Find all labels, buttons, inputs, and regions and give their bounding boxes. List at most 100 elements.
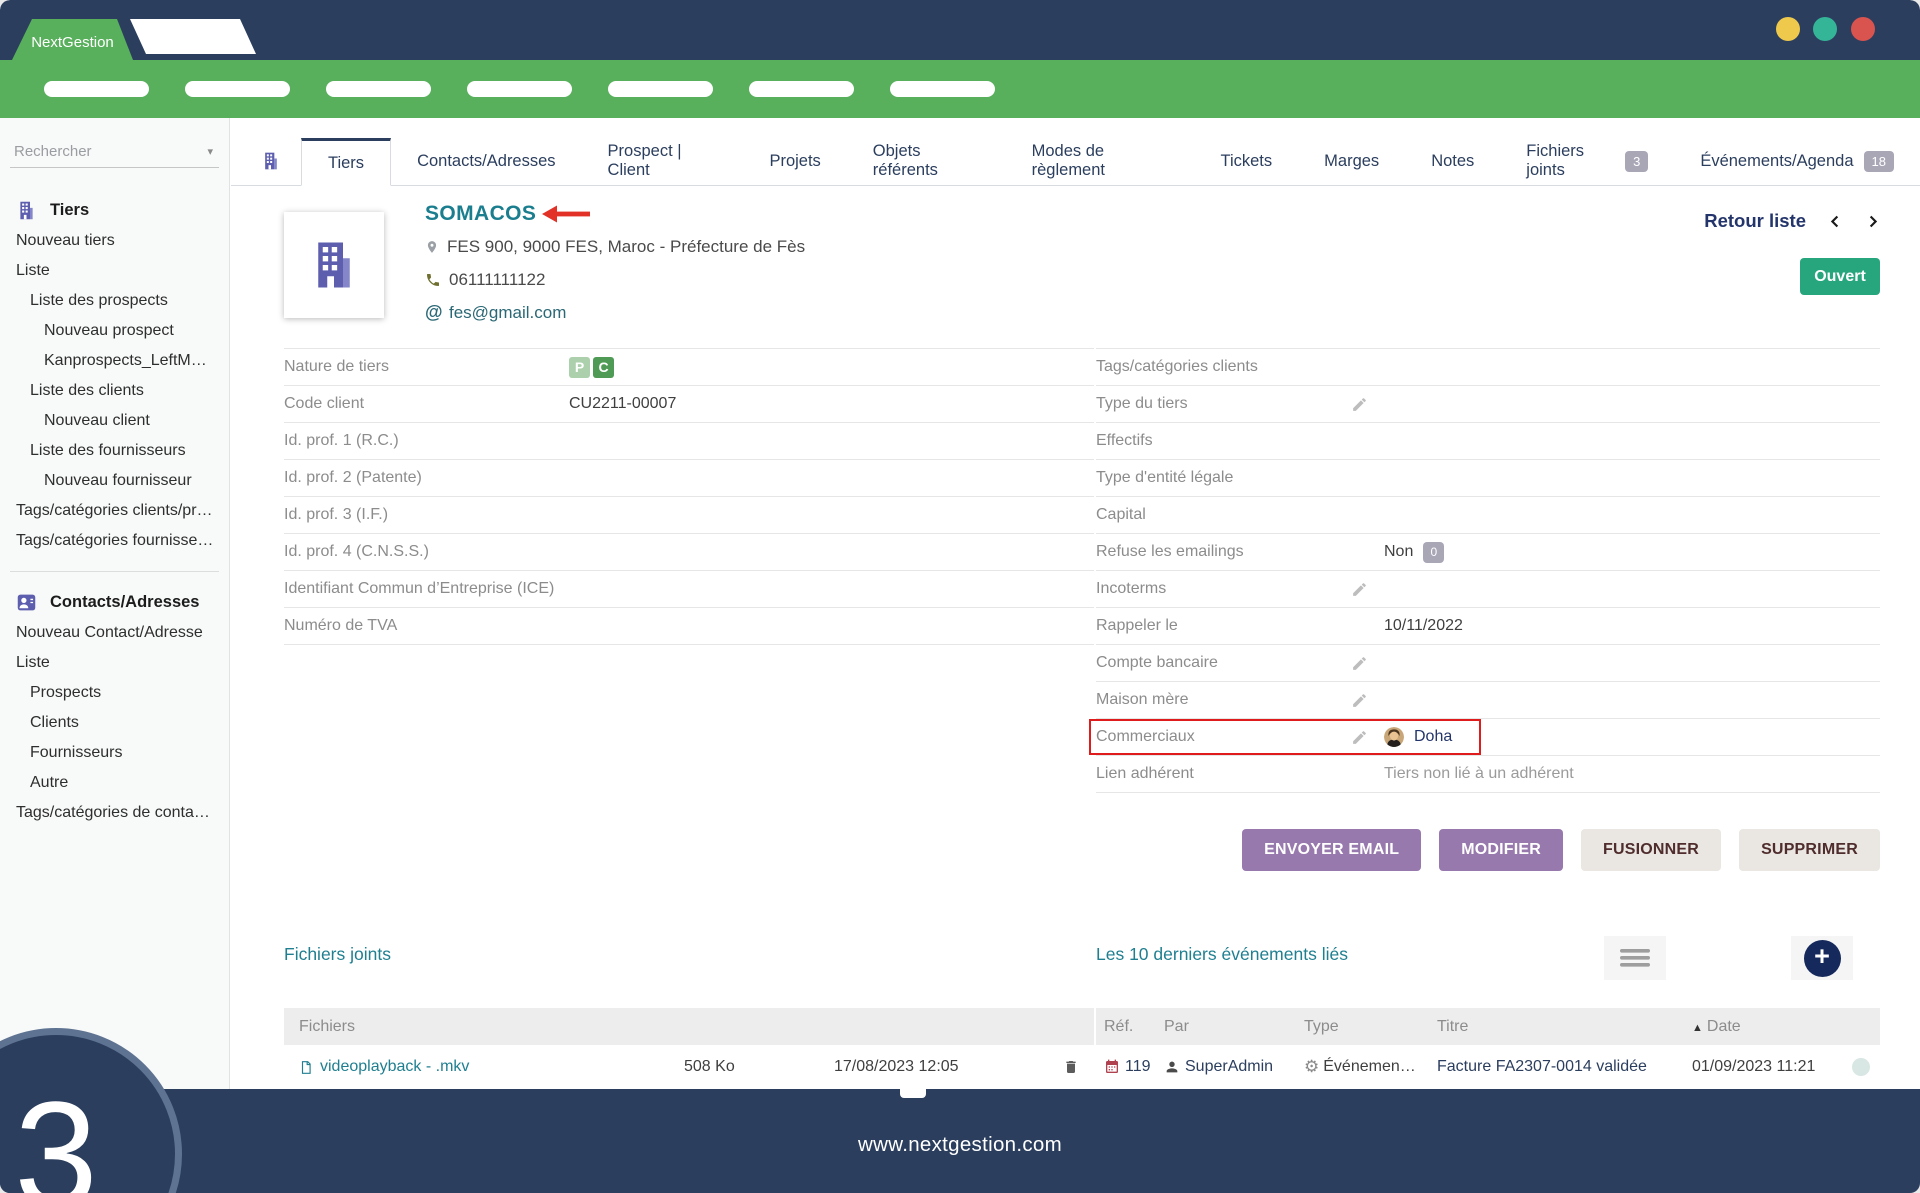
back-to-list-link[interactable]: Retour liste bbox=[1704, 210, 1806, 232]
map-pin-icon bbox=[427, 240, 437, 253]
tab-tickets[interactable]: Tickets bbox=[1195, 137, 1299, 185]
tab-projets[interactable]: Projets bbox=[743, 137, 846, 185]
title-bar: NextGestion bbox=[0, 0, 1920, 60]
sidebar-item-tags-cat-gories-fournisse[interactable]: Tags/catégories fournisse… bbox=[0, 526, 229, 556]
edit-pencil-icon[interactable] bbox=[1351, 729, 1384, 746]
tab-notes[interactable]: Notes bbox=[1405, 137, 1500, 185]
window-minimize-dot[interactable] bbox=[1776, 17, 1800, 41]
sidebar-section-contacts-adresses[interactable]: Contacts/Adresses bbox=[0, 586, 229, 618]
events-menu-button[interactable] bbox=[1604, 936, 1666, 980]
tab-label: Événements/Agenda bbox=[1700, 151, 1854, 170]
status-badge-ouvert[interactable]: Ouvert bbox=[1800, 258, 1880, 295]
sidebar-item-liste[interactable]: Liste bbox=[0, 256, 229, 286]
chevron-left-icon[interactable] bbox=[1828, 212, 1843, 231]
tab-prospect-client[interactable]: Prospect | Client bbox=[582, 137, 744, 185]
sidebar-item-autre[interactable]: Autre bbox=[0, 768, 229, 798]
edit-pencil-icon[interactable] bbox=[1351, 396, 1384, 413]
tab-marges[interactable]: Marges bbox=[1298, 137, 1405, 185]
nav-pill[interactable] bbox=[326, 81, 431, 97]
company-email[interactable]: @ fes@gmail.com bbox=[425, 300, 805, 325]
sidebar-item-tags-cat-gories-de-conta[interactable]: Tags/catégories de conta… bbox=[0, 798, 229, 828]
record-tab-bar: Tiers Contacts/Adresses Prospect | Client P… bbox=[231, 118, 1920, 186]
modify-button[interactable]: MODIFIER bbox=[1439, 829, 1564, 871]
chevron-right-icon[interactable] bbox=[1865, 212, 1880, 231]
merge-button[interactable]: FUSIONNER bbox=[1581, 829, 1722, 871]
sidebar-item-kanprospects-leftm[interactable]: Kanprospects_LeftM… bbox=[0, 346, 229, 376]
sidebar-section-tiers[interactable]: Tiers bbox=[0, 194, 229, 226]
sidebar-menu: Tiers Nouveau tiers Liste Liste des prospec… bbox=[0, 168, 229, 828]
tab-modes-de-r-glement[interactable]: Modes de règlement bbox=[1006, 137, 1195, 185]
sidebar-item-liste-des-fournisseurs[interactable]: Liste des fournisseurs bbox=[0, 436, 229, 466]
building-icon bbox=[16, 200, 37, 221]
avatar bbox=[1384, 727, 1404, 747]
sidebar-item-nouveau-fournisseur[interactable]: Nouveau fournisseur bbox=[0, 466, 229, 496]
nav-pill[interactable] bbox=[44, 81, 149, 97]
trash-icon[interactable] bbox=[1049, 1058, 1079, 1076]
nav-pill[interactable] bbox=[608, 81, 713, 97]
brand-tab[interactable]: NextGestion bbox=[12, 19, 133, 60]
table-row: videoplayback - .mkv 508 Ko 17/08/2023 1… bbox=[284, 1045, 1094, 1090]
nav-pill[interactable] bbox=[749, 81, 854, 97]
nav-pill[interactable] bbox=[890, 81, 995, 97]
column-header[interactable]: Titre bbox=[1437, 1018, 1692, 1036]
event-type: Événemen… bbox=[1323, 1058, 1416, 1075]
field-row-tva: Numéro de TVA bbox=[284, 608, 1094, 645]
footer-url: www.nextgestion.com bbox=[858, 1133, 1062, 1156]
sidebar-item-liste-des-clients[interactable]: Liste des clients bbox=[0, 376, 229, 406]
add-event-button[interactable]: + bbox=[1791, 936, 1853, 980]
field-row-nature: Nature de tiers PC bbox=[284, 349, 1094, 386]
file-link[interactable]: videoplayback - .mkv bbox=[299, 1058, 684, 1076]
company-header: SOMACOS FES 900, 9000 FES, Maroc - Préfe… bbox=[425, 202, 805, 325]
sidebar-item-liste-des-prospects[interactable]: Liste des prospects bbox=[0, 286, 229, 316]
contact-card-icon bbox=[16, 592, 37, 613]
sidebar-search-select[interactable]: Rechercher ▾ bbox=[10, 138, 219, 168]
event-title-link[interactable]: Facture FA2307-0014 validée bbox=[1437, 1058, 1692, 1076]
column-header[interactable]: Par bbox=[1164, 1018, 1304, 1036]
sidebar-item-fournisseurs[interactable]: Fournisseurs bbox=[0, 738, 229, 768]
sidebar-item-liste[interactable]: Liste bbox=[0, 648, 229, 678]
tab-label: Marges bbox=[1324, 151, 1380, 170]
sidebar-item-nouveau-contact-adresse[interactable]: Nouveau Contact/Adresse bbox=[0, 618, 229, 648]
nav-pill[interactable] bbox=[185, 81, 290, 97]
sidebar-item-clients[interactable]: Clients bbox=[0, 708, 229, 738]
edit-pencil-icon[interactable] bbox=[1351, 655, 1384, 672]
window-maximize-dot[interactable] bbox=[1813, 17, 1837, 41]
nav-pill[interactable] bbox=[467, 81, 572, 97]
tab-v-nements-agenda[interactable]: Événements/Agenda 18 bbox=[1674, 137, 1920, 185]
sidebar-item-nouveau-tiers[interactable]: Nouveau tiers bbox=[0, 226, 229, 256]
sidebar-item-tags-cat-gories-clients-pr[interactable]: Tags/catégories clients/pr… bbox=[0, 496, 229, 526]
tab-fichiers-joints[interactable]: Fichiers joints 3 bbox=[1500, 137, 1674, 185]
chevron-down-icon: ▾ bbox=[207, 146, 213, 158]
events-table: Réf. Par Type Titre ▲ Date 119 SuperAdmin… bbox=[1096, 1008, 1880, 1090]
delete-button[interactable]: SUPPRIMER bbox=[1739, 829, 1880, 871]
sidebar-item-prospects[interactable]: Prospects bbox=[0, 678, 229, 708]
at-icon: @ bbox=[425, 302, 443, 322]
edit-pencil-icon[interactable] bbox=[1351, 692, 1384, 709]
field-row-id3: Id. prof. 3 (I.F.) bbox=[284, 497, 1094, 534]
field-row-commerciaux: Commerciaux Doha bbox=[1089, 719, 1880, 756]
field-row-entite: Type d'entité légale bbox=[1096, 460, 1880, 497]
send-email-button[interactable]: ENVOYER EMAIL bbox=[1242, 829, 1422, 871]
sidebar-item-nouveau-client[interactable]: Nouveau client bbox=[0, 406, 229, 436]
column-header[interactable]: Réf. bbox=[1096, 1018, 1164, 1036]
page-title: SOMACOS bbox=[425, 202, 537, 225]
tab-contacts-adresses[interactable]: Contacts/Adresses bbox=[391, 137, 581, 185]
company-avatar-card bbox=[284, 212, 384, 318]
sidebar-item-nouveau-prospect[interactable]: Nouveau prospect bbox=[0, 316, 229, 346]
tab-objets-r-f-rents[interactable]: Objets référents bbox=[847, 137, 1006, 185]
edit-pencil-icon[interactable] bbox=[1351, 581, 1384, 598]
company-address: FES 900, 9000 FES, Maroc - Préfecture de… bbox=[425, 234, 805, 259]
window-close-dot[interactable] bbox=[1851, 17, 1875, 41]
event-ref-link[interactable]: 119 bbox=[1125, 1058, 1151, 1076]
sales-rep-link[interactable]: Doha bbox=[1414, 728, 1452, 746]
tab-tiers[interactable]: Tiers bbox=[301, 138, 392, 186]
column-header-date[interactable]: ▲ Date bbox=[1692, 1018, 1844, 1036]
section-title-label: Contacts/Adresses bbox=[50, 592, 200, 611]
building-icon bbox=[241, 137, 301, 185]
search-placeholder: Rechercher bbox=[14, 143, 92, 160]
secondary-tab-blank[interactable] bbox=[130, 19, 256, 54]
event-author-link[interactable]: SuperAdmin bbox=[1185, 1058, 1273, 1076]
column-header[interactable]: Type bbox=[1304, 1018, 1437, 1036]
field-row-tags: Tags/catégories clients bbox=[1096, 349, 1880, 386]
field-row-ice: Identifiant Commun d’Entreprise (ICE) bbox=[284, 571, 1094, 608]
